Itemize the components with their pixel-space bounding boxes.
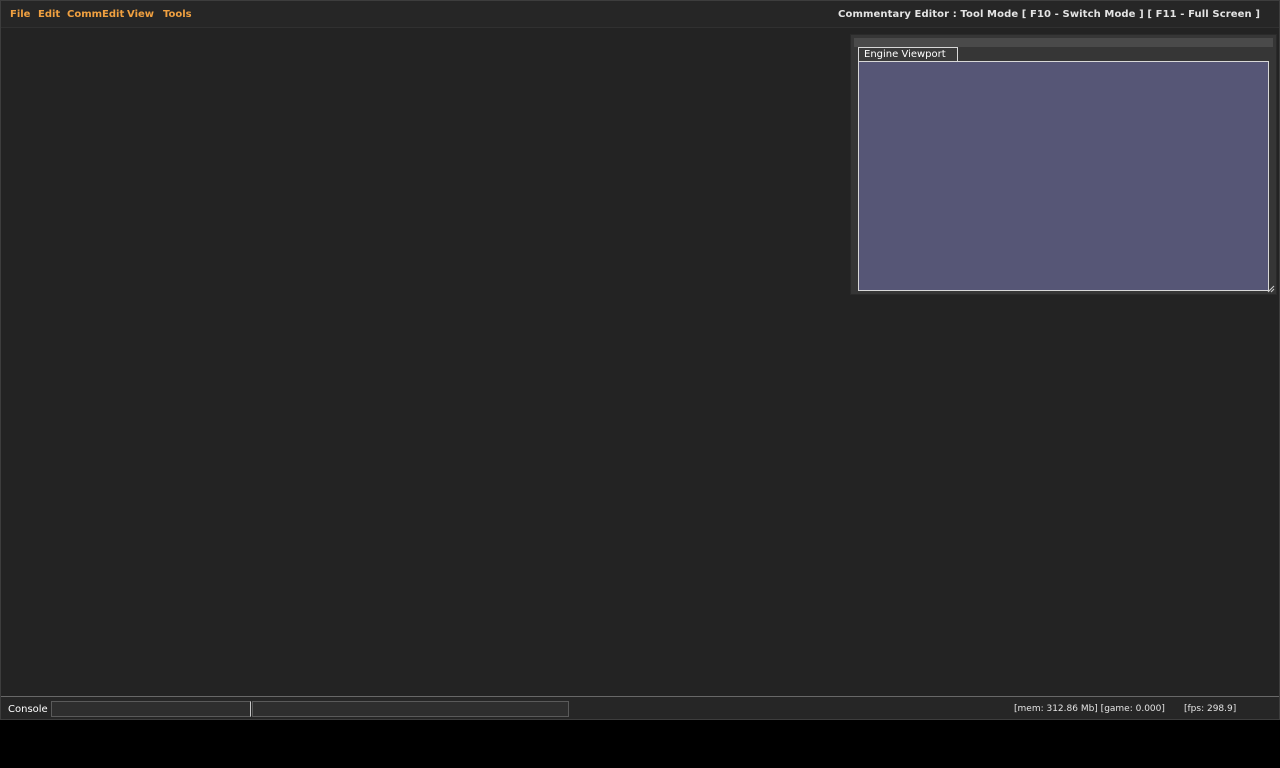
console-input[interactable] [51, 701, 251, 717]
viewport-tab-label: Engine Viewport [864, 49, 946, 60]
menu-file[interactable]: File [10, 9, 30, 21]
resize-grip-icon[interactable] [1267, 285, 1275, 293]
console-label: Console [8, 704, 48, 715]
menu-edit[interactable]: Edit [38, 9, 60, 21]
mode-title: Commentary Editor : Tool Mode [ F10 - Sw… [838, 9, 1260, 20]
viewport-panel-titlebar[interactable] [854, 38, 1273, 47]
menu-tools[interactable]: Tools [163, 9, 192, 21]
menu-view[interactable]: View [127, 9, 154, 21]
memory-stats: [mem: 312.86 Mb] [game: 0.000] [1014, 704, 1165, 714]
menu-commedit[interactable]: CommEdit [67, 9, 124, 21]
console-output-field [252, 701, 569, 717]
engine-viewport-canvas[interactable] [858, 61, 1269, 291]
fps-stats: [fps: 298.9] [1184, 704, 1237, 714]
tab-engine-viewport[interactable]: Engine Viewport [858, 47, 958, 62]
menu-bar: File Edit CommEdit View Tools Commentary… [1, 1, 1279, 28]
editor-window: File Edit CommEdit View Tools Commentary… [0, 0, 1280, 720]
engine-viewport-panel[interactable]: Engine Viewport [850, 34, 1277, 295]
status-bar: Console [mem: 312.86 Mb] [game: 0.000] [… [1, 696, 1279, 719]
